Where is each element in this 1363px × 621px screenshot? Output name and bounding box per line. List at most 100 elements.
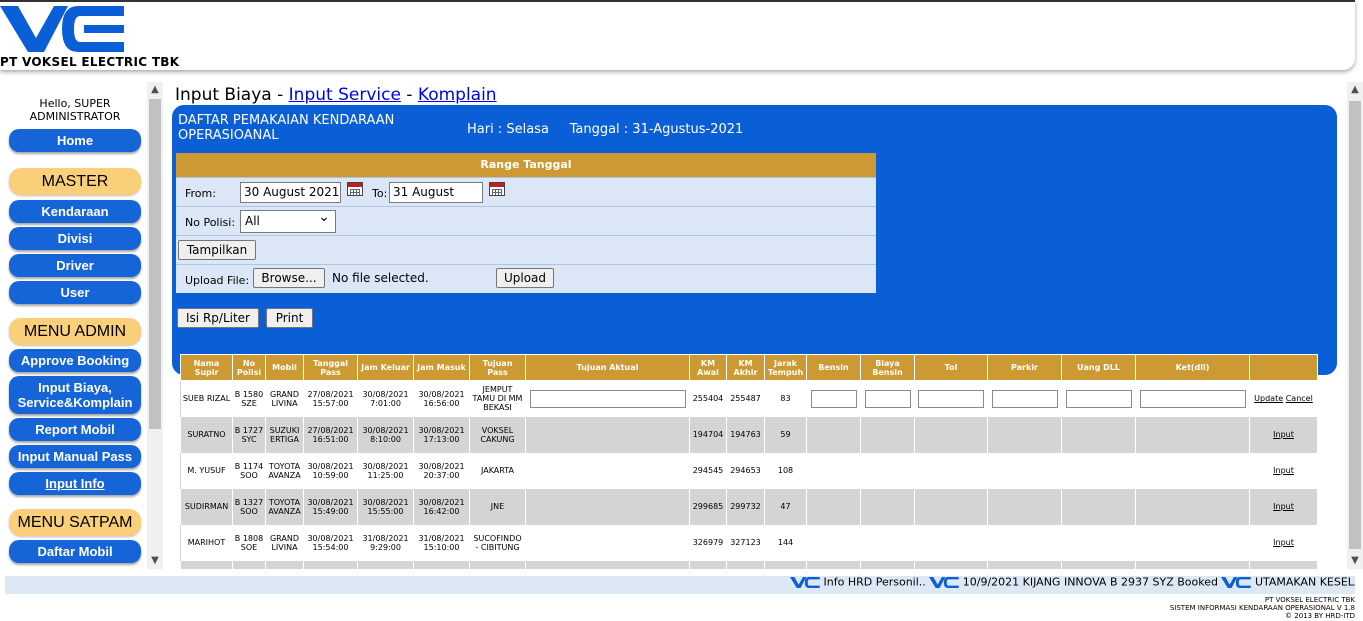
- main-scroll-thumb[interactable]: [1349, 101, 1361, 549]
- nav-driver[interactable]: Driver: [9, 254, 141, 277]
- nav-input-biaya[interactable]: Input Biaya, Service&Komplain: [9, 376, 141, 414]
- calendar-icon[interactable]: [489, 182, 505, 196]
- vc-logo-icon: [929, 576, 960, 589]
- cell-uang-dll: [1061, 452, 1136, 489]
- cell-supir: MARIHOT: [180, 524, 233, 561]
- tol-input[interactable]: [918, 389, 984, 408]
- cell-uang-dll: [1061, 524, 1136, 561]
- update-link[interactable]: Update: [1254, 394, 1283, 403]
- sidebar-scroll-thumb[interactable]: [149, 99, 161, 429]
- page: PT VOKSEL ELECTRIC TBK Hello, SUPER ADMI…: [0, 0, 1363, 621]
- column-header: Ket(dll): [1135, 354, 1250, 381]
- column-header: KM Akhir: [726, 354, 765, 381]
- calendar-icon[interactable]: [347, 182, 363, 196]
- column-header: Jarak Tempuh: [764, 354, 807, 381]
- cell-action: Input: [1249, 524, 1318, 561]
- from-date-input[interactable]: 30 August 2021: [240, 182, 341, 203]
- sidebar-scrollbar[interactable]: ▲ ▼: [147, 82, 163, 569]
- input-link[interactable]: Input: [1273, 466, 1294, 475]
- header: PT VOKSEL ELECTRIC TBK: [0, 0, 1355, 70]
- to-date-input[interactable]: 31 August 2021: [389, 182, 483, 218]
- column-header: Mobil: [265, 354, 304, 381]
- cell-uang-dll: [1061, 416, 1136, 453]
- from-label: From:: [185, 187, 216, 200]
- cell-keluar: 30/08/2021 8:10:00: [357, 416, 414, 453]
- cell-supir: SUDIRMAN: [180, 488, 233, 525]
- cancel-link[interactable]: Cancel: [1286, 394, 1313, 403]
- cell-action: Update Cancel: [1249, 380, 1318, 417]
- nav-input-info[interactable]: Input Info: [9, 472, 141, 495]
- scroll-down-icon[interactable]: ▼: [147, 553, 163, 569]
- nav-approve-booking[interactable]: Approve Booking: [9, 349, 141, 372]
- cell-tujuan: JEMPUT TAMU DI MM BEKASI: [469, 380, 526, 417]
- section-menu-satpam: MENU SATPAM: [9, 509, 141, 536]
- uang-dll-input[interactable]: [1065, 389, 1132, 408]
- table-row: SUEB RIZAL B 1580 SZE GRAND LIVINA 27/08/20…: [180, 380, 1318, 417]
- nav-user[interactable]: User: [9, 281, 141, 304]
- main-scrollbar[interactable]: ▲ ▼: [1347, 82, 1363, 569]
- table-body: SUEB RIZAL B 1580 SZE GRAND LIVINA 27/08/20…: [180, 380, 1318, 569]
- nav-divisi[interactable]: Divisi: [9, 227, 141, 250]
- cell-parkir: [987, 452, 1062, 489]
- nav-input-manual-pass[interactable]: Input Manual Pass: [9, 445, 141, 468]
- cell-km_awal: 255404: [689, 380, 727, 417]
- report-panel: DAFTAR PEMAKAIAN KENDARAAN OPERASIOANAL …: [172, 105, 1337, 375]
- nav-daftar-mobil[interactable]: Daftar Mobil: [9, 540, 141, 563]
- cell-action: Input: [1249, 416, 1318, 453]
- title-current: Input Biaya: [175, 85, 272, 105]
- cell-km_akhir: [726, 560, 765, 569]
- cell-bensin: [806, 416, 861, 453]
- cell-km_akhir: 255487: [726, 380, 765, 417]
- parkir-input[interactable]: [991, 389, 1058, 408]
- tujuan-aktual-input[interactable]: [529, 389, 686, 408]
- cell-keluar: 31/08/2021 9:29:00: [357, 524, 414, 561]
- cell-tujuan: JNE: [469, 488, 526, 525]
- cell-km_akhir: 299732: [726, 488, 765, 525]
- cell-biaya-bensin: [860, 416, 915, 453]
- nopol-select[interactable]: All: [240, 207, 336, 233]
- tampilkan-row: Tampilkan: [176, 235, 876, 264]
- tampilkan-button[interactable]: Tampilkan: [178, 240, 256, 260]
- input-link[interactable]: Input: [1273, 538, 1294, 547]
- ket-dll-input[interactable]: [1139, 389, 1246, 408]
- nav-home[interactable]: Home: [9, 129, 141, 152]
- input-link[interactable]: Input: [1273, 502, 1294, 511]
- cell-ket-dll: [1135, 560, 1250, 569]
- table-header-row: Nama Supir No Polisi Mobil Tanggal Pass Jam …: [180, 354, 1318, 381]
- nav-kendaraan[interactable]: Kendaraan: [9, 200, 141, 223]
- cell-jarak: 144: [764, 524, 807, 561]
- print-button[interactable]: Print: [266, 308, 313, 328]
- cell-keluar: 30/08/2021 15:55:00: [357, 488, 414, 525]
- scroll-up-icon[interactable]: ▲: [1347, 82, 1363, 98]
- upload-button[interactable]: Upload: [496, 268, 554, 288]
- link-komplain[interactable]: Komplain: [418, 85, 497, 105]
- to-label: To:: [372, 187, 388, 200]
- bensin-input[interactable]: [810, 389, 857, 408]
- cell-masuk: 30/08/2021 17:13:00: [413, 416, 470, 453]
- footer-company: PT VOKSEL ELECTRIC TBK: [1264, 596, 1355, 604]
- cell-bensin: [806, 560, 861, 569]
- column-header: Bensin: [806, 354, 861, 381]
- cell-parkir: [987, 488, 1062, 525]
- cell-supir: [180, 560, 233, 569]
- cell-tujuan-aktual: [525, 452, 690, 489]
- biaya-bensin-input[interactable]: [864, 389, 911, 408]
- cell-ket-dll: [1135, 488, 1250, 525]
- info-ticker: Info HRD Personil.. 10/9/2021 KIJANG INN…: [790, 575, 1355, 597]
- company-name: PT VOKSEL ELECTRIC TBK: [0, 55, 180, 69]
- nav-report-mobil[interactable]: Report Mobil: [9, 418, 141, 441]
- cell-tujuan-aktual: [525, 380, 690, 417]
- cell-km_awal: 326979: [689, 524, 727, 561]
- browse-button[interactable]: Browse...: [253, 268, 325, 288]
- cell-tgl: [303, 560, 358, 569]
- cell-parkir: [987, 524, 1062, 561]
- link-input-service[interactable]: Input Service: [289, 85, 401, 105]
- cell-km_akhir: 327123: [726, 524, 765, 561]
- cell-tujuan: VOKSEL CAKUNG: [469, 416, 526, 453]
- scroll-up-icon[interactable]: ▲: [147, 82, 163, 98]
- scroll-down-icon[interactable]: ▼: [1347, 553, 1363, 569]
- column-header: No Polisi: [232, 354, 266, 381]
- cell-tujuan-aktual: [525, 416, 690, 453]
- isi-rp-liter-button[interactable]: Isi Rp/Liter: [177, 308, 259, 328]
- input-link[interactable]: Input: [1273, 430, 1294, 439]
